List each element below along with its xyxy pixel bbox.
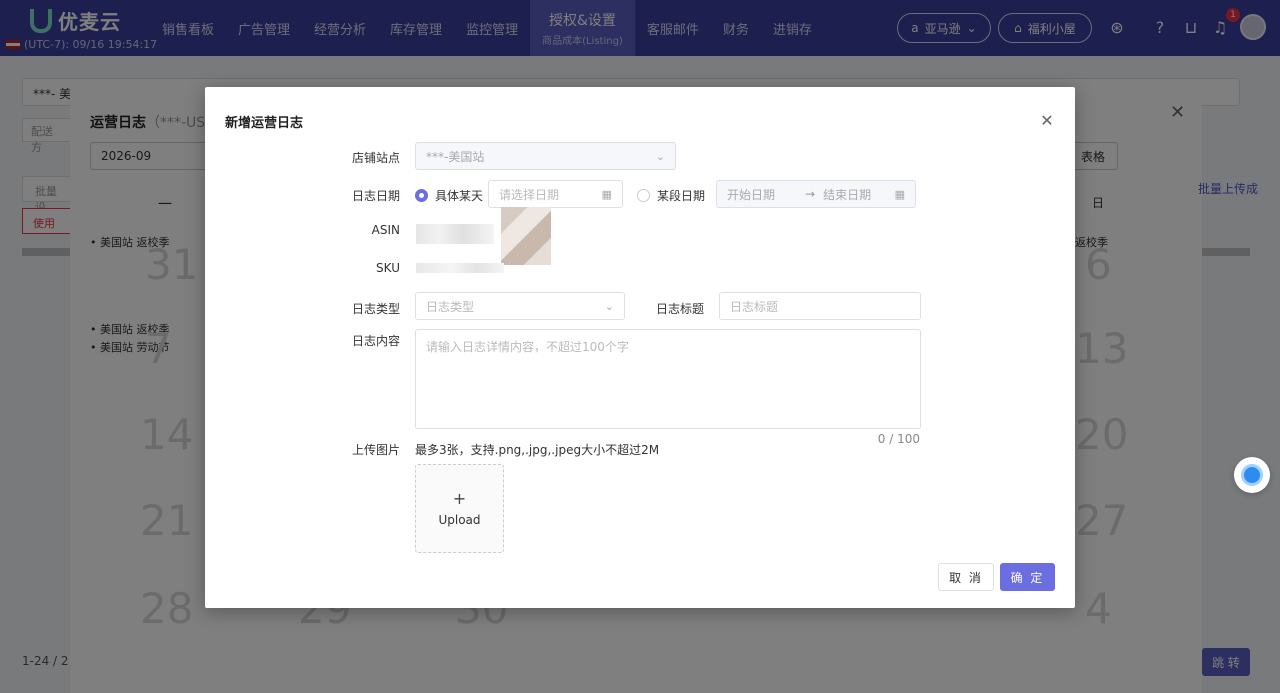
content-label: 日志内容 — [351, 334, 400, 348]
calendar-icon: ▦ — [601, 188, 612, 201]
title-input[interactable]: 日志标题 — [719, 292, 921, 320]
calendar-icon: ▦ — [894, 188, 905, 201]
sku-label: SKU — [376, 261, 400, 275]
radio-date-range[interactable]: 某段日期 — [637, 187, 705, 204]
confirm-button[interactable]: 确 定 — [1000, 563, 1055, 591]
type-placeholder: 日志类型 — [426, 299, 475, 314]
image-hint: 最多3张，支持.png,.jpg,.jpeg大小不超过2M — [415, 443, 660, 457]
add-log-modal: 新增运营日志 ✕ 店铺站点 ***-美国站 ⌄ 日志日期 具体某天 请选择日期 … — [205, 87, 1075, 608]
shop-value: ***-美国站 — [426, 149, 485, 164]
chevron-down-icon: ⌄ — [604, 300, 614, 313]
image-uploader[interactable]: + Upload — [415, 464, 504, 553]
asin-label: ASIN — [371, 223, 400, 237]
end-date-placeholder: 结束日期 — [823, 187, 872, 202]
floating-assistant-button[interactable] — [1234, 457, 1270, 493]
image-label: 上传图片 — [351, 443, 400, 457]
sku-value-blurred — [416, 263, 504, 273]
date-range-input[interactable]: 开始日期 → 结束日期 ▦ — [716, 180, 916, 208]
type-select[interactable]: 日志类型 ⌄ — [415, 292, 625, 320]
chevron-down-icon: ⌄ — [655, 150, 665, 163]
chat-bubble-icon — [1241, 464, 1263, 486]
date-placeholder: 请选择日期 — [499, 187, 560, 202]
shop-label: 店铺站点 — [351, 151, 400, 165]
radio-unchecked-icon — [637, 189, 650, 202]
radio-range-label: 某段日期 — [657, 189, 706, 203]
product-thumbnail — [501, 207, 551, 265]
title-placeholder: 日志标题 — [730, 299, 779, 314]
confirm-label: 确 定 — [1010, 570, 1045, 585]
cancel-label: 取 消 — [949, 570, 983, 585]
title-label: 日志标题 — [655, 302, 704, 316]
plus-icon: + — [452, 488, 467, 508]
date-input[interactable]: 请选择日期 ▦ — [488, 180, 623, 208]
radio-checked-icon — [415, 189, 428, 202]
shop-select[interactable]: ***-美国站 ⌄ — [415, 142, 676, 170]
char-counter: 0 / 100 — [877, 432, 920, 446]
content-textarea[interactable]: 请输入日志详情内容，不超过100个字 — [415, 329, 921, 429]
cancel-button[interactable]: 取 消 — [938, 563, 994, 591]
upload-label: Upload — [438, 512, 481, 527]
radio-specific-day[interactable]: 具体某天 — [415, 187, 483, 204]
modal-title: 新增运营日志 — [225, 116, 304, 131]
start-date-placeholder: 开始日期 — [727, 187, 776, 202]
content-placeholder: 请输入日志详情内容，不超过100个字 — [426, 340, 629, 354]
type-label: 日志类型 — [351, 302, 400, 316]
close-icon[interactable]: ✕ — [1038, 111, 1056, 130]
range-arrow: → — [805, 187, 816, 201]
radio-specific-label: 具体某天 — [435, 189, 484, 203]
date-label: 日志日期 — [351, 189, 400, 203]
asin-value-blurred — [416, 224, 494, 244]
